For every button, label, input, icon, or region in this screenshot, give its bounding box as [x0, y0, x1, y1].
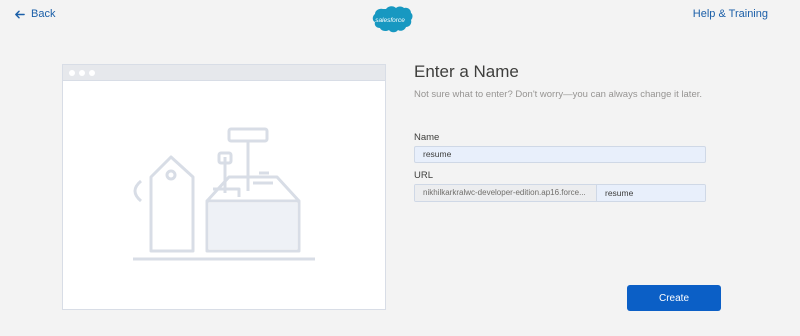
- name-form: Enter a Name Not sure what to enter? Don…: [414, 62, 714, 202]
- back-link[interactable]: Back: [14, 8, 55, 20]
- arrow-left-icon: [15, 10, 25, 18]
- create-button[interactable]: Create: [627, 285, 721, 311]
- window-dot: [89, 69, 95, 76]
- url-suffix-input[interactable]: resume: [597, 185, 705, 201]
- url-field: nikhilkarkralwc-developer-edition.ap16.f…: [414, 184, 706, 202]
- name-label: Name: [414, 132, 440, 143]
- help-training-link[interactable]: Help & Training: [693, 8, 768, 20]
- window-dot: [69, 69, 75, 76]
- back-label: Back: [31, 8, 56, 20]
- window-dot: [79, 69, 85, 76]
- toolbox-illustration: [133, 127, 315, 261]
- url-prefix: nikhilkarkralwc-developer-edition.ap16.f…: [415, 185, 597, 201]
- browser-frame-bar: [63, 65, 385, 81]
- page-subtitle: Not sure what to enter? Don't worry—you …: [414, 89, 703, 100]
- illustration-card: [62, 64, 386, 310]
- logo-text: salesforce: [375, 17, 405, 24]
- salesforce-logo: salesforce: [367, 4, 413, 36]
- url-label: URL: [414, 170, 434, 181]
- page-title: Enter a Name: [414, 62, 519, 81]
- name-input[interactable]: resume: [414, 146, 706, 163]
